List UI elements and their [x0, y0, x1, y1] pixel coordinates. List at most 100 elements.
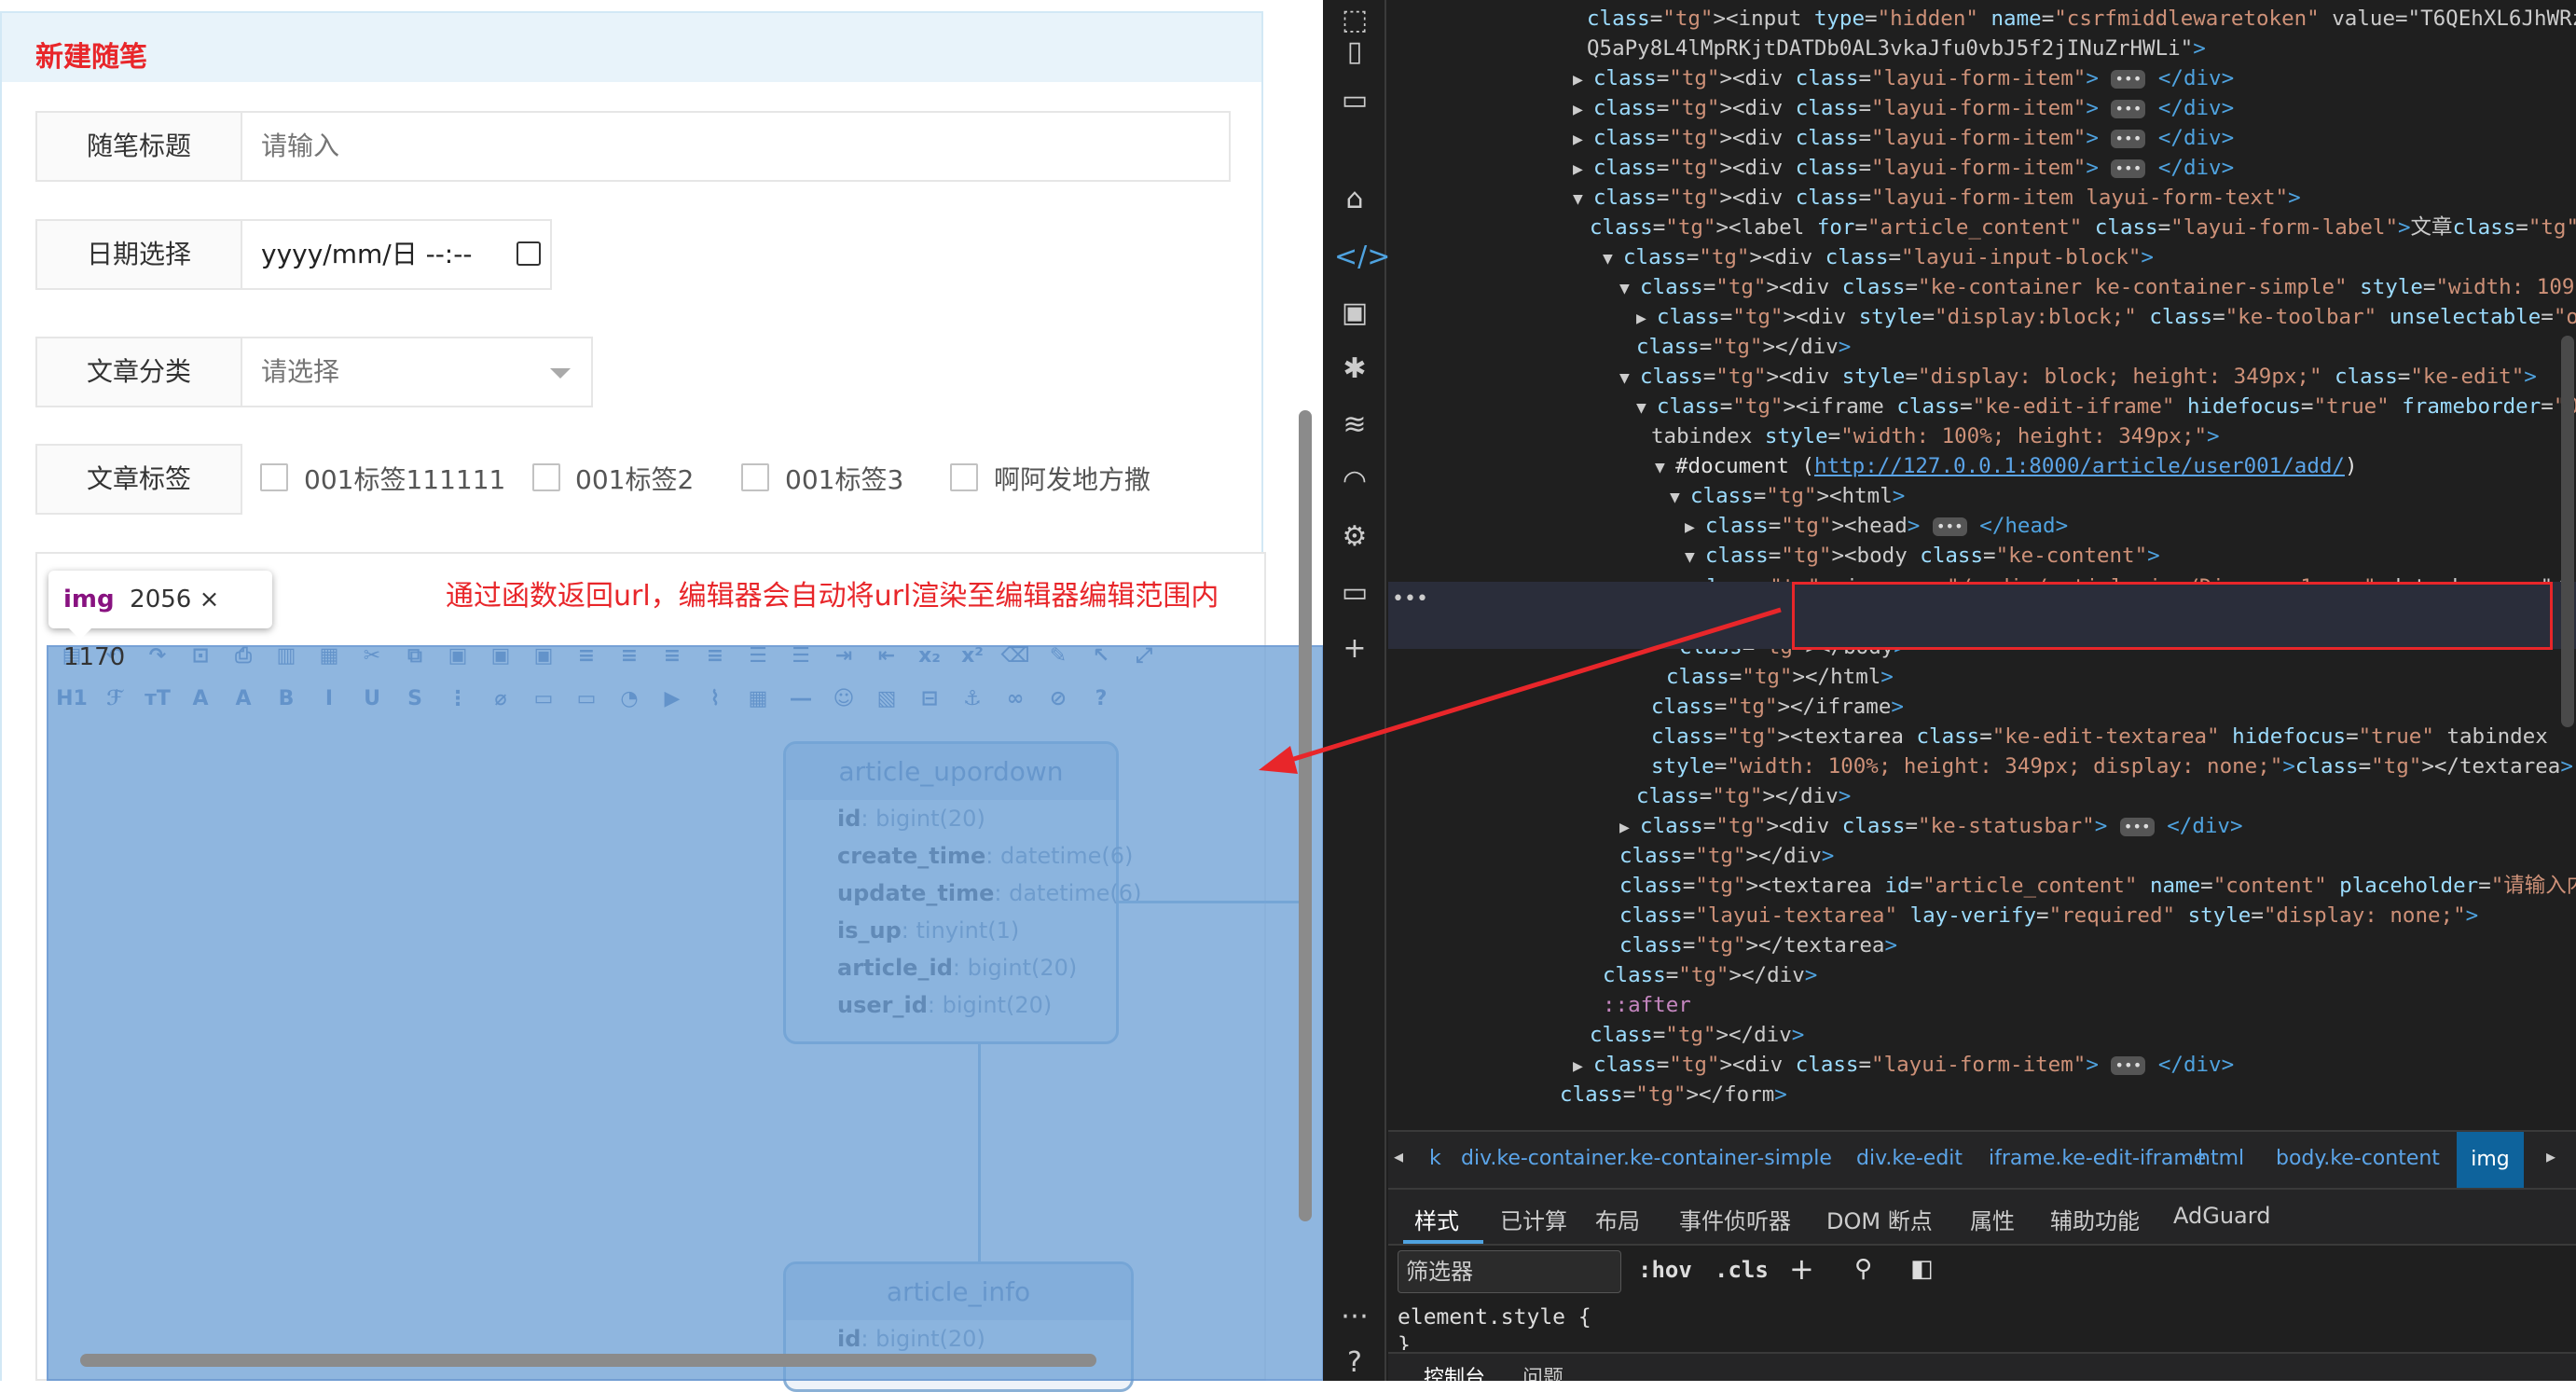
dom-line[interactable]: class="layui-textarea" lay-verify="requi…: [1619, 901, 2478, 930]
category-select[interactable]: 请选择: [241, 337, 593, 407]
new-rule-icon[interactable]: +: [1789, 1251, 1814, 1287]
help-icon[interactable]: ?: [1334, 1343, 1375, 1384]
breadcrumb-item-active[interactable]: img: [2457, 1132, 2524, 1188]
date-value: yyyy/mm/日 --:--: [261, 239, 473, 269]
dom-line[interactable]: class="tg"></div>: [1636, 781, 1851, 811]
tab-properties[interactable]: 属性: [1970, 1203, 2015, 1235]
dom-line[interactable]: ▼ class="tg"><html>: [1670, 481, 1905, 513]
breadcrumb-item[interactable]: k: [1429, 1147, 1441, 1170]
dom-line[interactable]: tabindex style="width: 100%; height: 349…: [1651, 421, 2220, 451]
tooltip-arrow: [67, 627, 93, 640]
elements-icon[interactable]: </>: [1334, 237, 1390, 278]
dom-line[interactable]: ▼ class="tg"><div class="ke-container ke-…: [1619, 272, 2576, 304]
tab-event-listeners[interactable]: 事件侦听器: [1679, 1203, 1791, 1235]
sidebar-toggle-icon[interactable]: ◧: [1910, 1255, 1934, 1283]
bug-icon[interactable]: ✱: [1334, 349, 1375, 390]
dom-line[interactable]: ▶ class="tg"><div style="display:block;" …: [1636, 302, 2576, 334]
tab-accessibility[interactable]: 辅助功能: [2050, 1203, 2140, 1235]
breadcrumb-left-arrow[interactable]: ◂: [1394, 1145, 1403, 1167]
form-header: 新建随笔: [0, 11, 1263, 82]
more-icon[interactable]: ⋯: [1334, 1296, 1375, 1337]
device-toolbar-icon[interactable]: ▯: [1334, 32, 1375, 73]
cls-button[interactable]: .cls: [1715, 1257, 1769, 1283]
tag-checkbox-4[interactable]: [950, 463, 978, 491]
dom-line[interactable]: ▼ #document (http://127.0.0.1:8000/articl…: [1655, 451, 2358, 483]
tab-computed[interactable]: 已计算: [1500, 1203, 1567, 1235]
dom-line[interactable]: class="tg"><textarea class="ke-edit-text…: [1651, 722, 2548, 751]
chevron-down-icon: [550, 368, 571, 379]
breadcrumb: ◂ k div.ke-container.ke-container-simple…: [1388, 1130, 2576, 1190]
breadcrumb-item[interactable]: html: [2197, 1147, 2244, 1170]
breadcrumb-item[interactable]: iframe.ke-edit-iframe: [1989, 1147, 2206, 1170]
dom-line[interactable]: ▼ class="tg"><div class="layui-form-item …: [1573, 183, 2301, 214]
tab-dom-breakpoints[interactable]: DOM 断点: [1826, 1203, 1933, 1235]
inspected-image: [47, 645, 1324, 1381]
dom-line[interactable]: ▶ class="tg"><div class="layui-form-item"…: [1573, 1050, 2234, 1082]
tag-checkbox-3[interactable]: [741, 463, 769, 491]
settings-chip-icon[interactable]: ⚙: [1334, 517, 1375, 558]
wifi-icon[interactable]: ≋: [1334, 405, 1375, 446]
dom-line[interactable]: class="tg"><label for="article_content" …: [1590, 213, 2576, 242]
date-input[interactable]: yyyy/mm/日 --:--: [241, 219, 552, 290]
home-icon[interactable]: ⌂: [1334, 179, 1375, 220]
dom-line[interactable]: style="width: 100%; height: 349px; displ…: [1651, 751, 2573, 781]
dom-more-icon[interactable]: •••: [1392, 587, 1428, 611]
tag-label-1: 001标签111111: [304, 464, 506, 495]
tags-label: 文章标签: [35, 444, 242, 515]
dom-line[interactable]: ▶ class="tg"><div class="layui-form-item"…: [1573, 63, 2234, 95]
dom-line[interactable]: ::after: [1603, 990, 1691, 1020]
tab-styles[interactable]: 样式: [1414, 1203, 1459, 1235]
breadcrumb-item[interactable]: body.ke-content: [2276, 1147, 2440, 1170]
console-icon[interactable]: ▣: [1334, 293, 1375, 334]
dom-line[interactable]: class="tg"></html>: [1666, 662, 1894, 692]
date-label: 日期选择: [35, 219, 242, 290]
dom-line[interactable]: ▼ class="tg"><div style="display: block; …: [1619, 362, 2537, 393]
dom-line[interactable]: Q5aPy8L4lMpRKjtDATDb0AL3vkaJfu0vbJ5f2jIN…: [1587, 34, 2206, 63]
add-panel-icon[interactable]: +: [1334, 628, 1375, 669]
dom-line[interactable]: ▼ class="tg"><div class="layui-input-bloc…: [1603, 242, 2154, 274]
tab-adguard[interactable]: AdGuard: [2173, 1203, 2270, 1229]
drawer-tab-console[interactable]: 控制台: [1424, 1361, 1485, 1381]
dom-line[interactable]: class="tg"></form>: [1560, 1080, 1787, 1109]
dom-line[interactable]: class="tg"></iframe>: [1651, 692, 1904, 722]
dom-line[interactable]: class="tg"></textarea>: [1619, 930, 1897, 960]
element-style-rule[interactable]: element.style {: [1398, 1305, 1591, 1330]
breadcrumb-item[interactable]: div.ke-container.ke-container-simple: [1461, 1147, 1832, 1170]
dom-line[interactable]: ▶ class="tg"><div class="layui-form-item"…: [1573, 123, 2234, 155]
performance-icon[interactable]: ◠: [1334, 461, 1375, 502]
hov-button[interactable]: :hov: [1638, 1257, 1692, 1283]
dom-line[interactable]: class="tg"></div>: [1590, 1020, 1804, 1050]
tag-checkbox-2[interactable]: [532, 463, 560, 491]
window-icon[interactable]: ▭: [1334, 80, 1375, 121]
dom-line[interactable]: ▶ class="tg"><div class="ke-statusbar"> •…: [1619, 811, 2243, 843]
breadcrumb-item[interactable]: div.ke-edit: [1856, 1147, 1963, 1170]
dom-line[interactable]: class="tg"></div>: [1603, 960, 1817, 990]
calendar-icon[interactable]: [517, 241, 541, 266]
tag-label-4: 啊阿发地方撒: [994, 464, 1151, 495]
tag-checkbox-1[interactable]: [260, 463, 288, 491]
title-input[interactable]: 请输入: [241, 111, 1231, 182]
breadcrumb-right-arrow[interactable]: ▸: [2546, 1145, 2555, 1167]
styles-tabbar: 样式 已计算 布局 事件侦听器 DOM 断点 属性 辅助功能 AdGuard: [1388, 1190, 2576, 1246]
title-label: 随笔标题: [35, 111, 242, 182]
application-icon[interactable]: ▭: [1334, 572, 1375, 613]
drawer-tab-issues[interactable]: 问题: [1522, 1361, 1564, 1381]
paint-icon[interactable]: ⚲: [1854, 1255, 1872, 1283]
dom-line[interactable]: class="tg"></div>: [1619, 841, 1834, 871]
dom-line[interactable]: ▶ class="tg"><head> ••• </head>: [1685, 511, 2068, 543]
dom-line[interactable]: class="tg"><textarea id="article_content…: [1619, 871, 2576, 901]
dom-line[interactable]: ▼ class="tg"><body class="ke-content">: [1685, 541, 2160, 572]
page-scrollbar[interactable]: [1299, 410, 1312, 1221]
devtools-panel: ⬚ ▯ ▭ ⌂ </> ▣ ✱ ≋ ◠ ⚙ ▭ + ⋯ ? class="tg"…: [1323, 0, 2576, 1381]
editor-horizontal-scrollbar[interactable]: [80, 1354, 1096, 1367]
dom-line[interactable]: class="tg"></div>: [1636, 332, 1851, 362]
dom-line[interactable]: ▶ class="tg"><div class="layui-form-item"…: [1573, 93, 2234, 125]
dom-line[interactable]: class="tg"><input type="hidden" name="cs…: [1587, 4, 2576, 34]
element-style-close: }: [1398, 1333, 1411, 1350]
styles-filter-input[interactable]: 筛选器: [1398, 1250, 1621, 1293]
tab-layout[interactable]: 布局: [1595, 1203, 1640, 1235]
element-tooltip: img 2056 × 1170: [48, 571, 272, 671]
dom-line[interactable]: ▼ class="tg"><iframe class="ke-edit-ifram…: [1636, 392, 2576, 423]
dom-scrollbar[interactable]: [2561, 336, 2574, 727]
dom-line[interactable]: ▶ class="tg"><div class="layui-form-item"…: [1573, 153, 2234, 185]
